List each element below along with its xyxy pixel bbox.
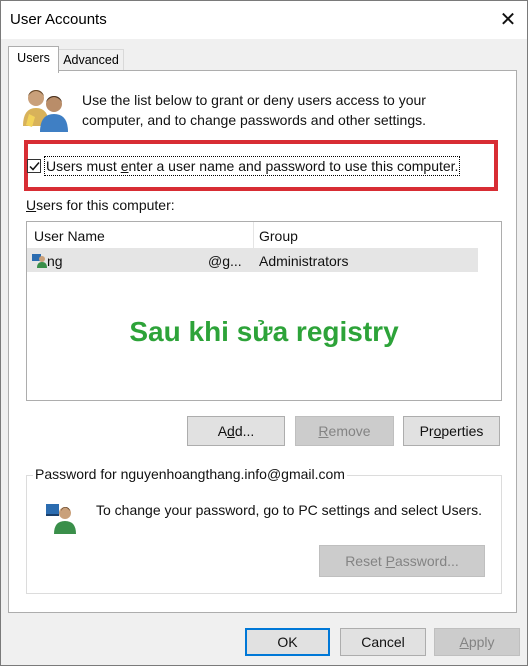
add-label-post: d... bbox=[234, 423, 255, 439]
column-header-user-name[interactable]: User Name bbox=[34, 228, 105, 244]
add-button[interactable]: Add... bbox=[187, 416, 285, 446]
reset-password-button[interactable]: Reset Password... bbox=[319, 545, 485, 577]
cell-user-email-tail: @g... bbox=[208, 253, 242, 269]
remove-label-post: emove bbox=[328, 423, 371, 439]
require-login-checkbox[interactable] bbox=[27, 159, 41, 173]
apply-label-post: pply bbox=[468, 634, 495, 650]
cell-group: Administrators bbox=[259, 253, 349, 269]
require-login-label-pre: Users must bbox=[46, 158, 121, 174]
require-login-label-post: nter a user name and password to use thi… bbox=[128, 158, 459, 174]
close-icon[interactable]: ✕ bbox=[493, 5, 523, 35]
users-icon bbox=[23, 90, 68, 132]
title-bar[interactable]: User Accounts ✕ bbox=[1, 1, 527, 39]
password-user-icon bbox=[46, 504, 76, 534]
users-list-label-rest: sers for this computer: bbox=[36, 197, 175, 213]
cancel-button[interactable]: Cancel bbox=[340, 628, 426, 656]
listview-header: User Name Group bbox=[27, 222, 478, 249]
tab-advanced[interactable]: Advanced bbox=[58, 49, 124, 70]
users-listview[interactable]: User Name Group ng @g... Administrators … bbox=[26, 221, 502, 401]
window-title: User Accounts bbox=[10, 11, 107, 28]
ok-button[interactable]: OK bbox=[245, 628, 330, 656]
remove-accelerator: R bbox=[318, 423, 329, 439]
apply-button[interactable]: Apply bbox=[434, 628, 520, 656]
tab-users[interactable]: Users bbox=[8, 46, 59, 73]
reset-label-post: assword... bbox=[395, 553, 459, 569]
column-divider[interactable] bbox=[253, 222, 254, 248]
properties-button[interactable]: Properties bbox=[403, 416, 500, 446]
add-label-pre: A bbox=[217, 423, 228, 439]
apply-accelerator: A bbox=[459, 634, 469, 650]
require-login-label[interactable]: Users must enter a user name and passwor… bbox=[43, 156, 461, 176]
add-accelerator: d bbox=[227, 423, 235, 439]
column-header-group[interactable]: Group bbox=[259, 228, 298, 244]
reset-label-pre: Reset bbox=[345, 553, 386, 569]
properties-label-pre: Pr bbox=[419, 423, 434, 439]
user-row-icon bbox=[32, 254, 47, 268]
properties-label-post: perties bbox=[441, 423, 484, 439]
password-info-text: To change your password, go to PC settin… bbox=[96, 502, 482, 518]
annotation-overlay-text: Sau khi sửa registry bbox=[129, 316, 399, 347]
users-list-label: Users for this computer: bbox=[26, 197, 175, 213]
users-list-accelerator: U bbox=[26, 197, 37, 213]
password-group-label: Password for nguyenhoangthang.info@gmail… bbox=[33, 466, 347, 482]
remove-button[interactable]: Remove bbox=[295, 416, 394, 446]
reset-accelerator: P bbox=[385, 553, 395, 569]
table-row[interactable]: ng @g... Administrators bbox=[27, 249, 478, 272]
intro-text: Use the list below to grant or deny user… bbox=[82, 92, 426, 128]
cell-user-name: ng bbox=[47, 253, 63, 269]
checkmark-icon bbox=[29, 162, 40, 171]
